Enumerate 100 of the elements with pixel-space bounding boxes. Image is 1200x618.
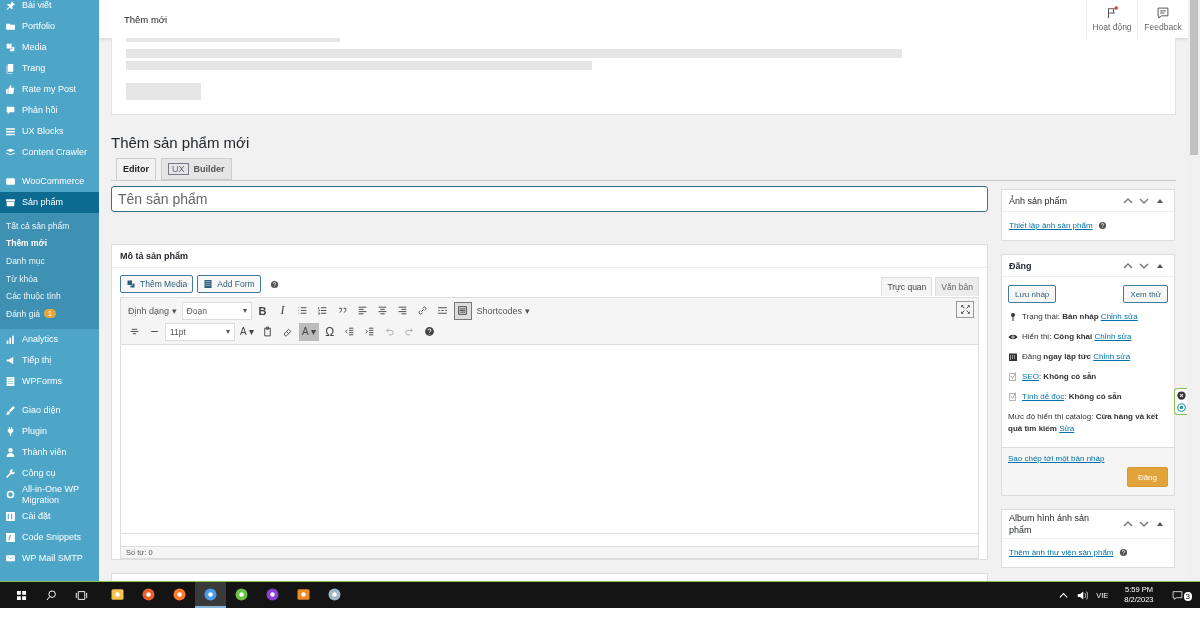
speech-bubble-icon [1171, 589, 1183, 601]
archive-box-icon [5, 197, 16, 208]
link[interactable]: Thiết lập ảnh sản phẩm [1009, 221, 1093, 230]
sidebar-item[interactable]: WooCommerce [0, 171, 99, 192]
sidebar-item[interactable]: UX Blocks [0, 121, 99, 142]
megaphone-icon [5, 354, 16, 366]
toolbar-menu[interactable]: Shortcodes ▾ [473, 301, 533, 320]
dashed-line-icon [437, 305, 449, 316]
sidebar-item[interactable]: Cài đặt [0, 505, 99, 527]
fullscreen-button[interactable] [956, 301, 974, 318]
sidebar-item[interactable]: Content Crawler [0, 142, 99, 163]
editor-mode-tab[interactable]: Trực quan [881, 277, 933, 296]
folder-icon [5, 21, 16, 32]
outdent-icon [344, 326, 356, 337]
color-button[interactable]: A ▾ [298, 322, 319, 341]
expand-icon [959, 304, 971, 315]
editor-tab[interactable]: Editor [116, 158, 156, 180]
speech-bubble-icon [5, 105, 16, 116]
media-icon [126, 279, 136, 289]
help-icon [1097, 221, 1107, 230]
scrollbar-thumb[interactable] [1190, 0, 1198, 155]
clipboard-icon [262, 326, 274, 337]
quote-icon [337, 305, 349, 316]
sidebar-item[interactable]: Analytics [0, 328, 99, 350]
numbered-list-icon [317, 305, 329, 316]
link[interactable]: Sửa [1059, 424, 1075, 433]
media-icon [5, 42, 16, 53]
close-icon[interactable] [1176, 391, 1186, 400]
submenu-item[interactable]: Từ khóa [0, 269, 99, 288]
page-title: Thêm sản phẩm mới [111, 134, 251, 151]
status-line: SEO: Không có sẵn [1022, 371, 1097, 383]
search-icon[interactable] [45, 588, 58, 602]
sidebar-item[interactable]: Code Snippets [0, 526, 99, 548]
sidebar-item[interactable]: WP Mail SMTP [0, 547, 99, 569]
sidebar-item[interactable]: Media [0, 37, 99, 58]
toolbar-button[interactable]: B [253, 301, 272, 320]
speaker-icon[interactable] [1077, 589, 1089, 601]
link-icon [417, 305, 429, 316]
taskbar-app[interactable] [195, 582, 226, 608]
submenu-item[interactable]: Thêm mới [0, 234, 99, 253]
toolbar-button[interactable]: Ω [320, 322, 339, 341]
link[interactable]: Chỉnh sửa [1100, 312, 1138, 321]
sidebar-item[interactable]: WPForms [0, 370, 99, 392]
sidebar-item[interactable]: Phản hồi [0, 100, 99, 121]
media-button[interactable]: Add Form [197, 275, 261, 293]
toolbar-select[interactable]: Đoạn ▾ [181, 301, 252, 320]
toolbar-button[interactable] [453, 301, 472, 320]
paintbrush-icon [5, 404, 16, 416]
editor-tab[interactable]: UX Builder [161, 158, 232, 180]
link[interactable]: SEO [1022, 372, 1039, 381]
toolbar-select[interactable]: 11pt ▾ [165, 322, 235, 341]
submenu-item[interactable]: Danh mục [0, 252, 99, 270]
sidebar-item[interactable]: Công cụ [0, 462, 99, 484]
undo-icon [384, 326, 396, 337]
browser-icon [203, 586, 218, 602]
header-button[interactable]: Feedback [1137, 0, 1188, 38]
submenu-item[interactable]: Các thuộc tính [0, 287, 99, 305]
link[interactable]: Thêm ảnh thư viện sản phẩm [1009, 548, 1114, 557]
flag-icon [1105, 6, 1119, 20]
mail-icon [5, 552, 16, 564]
rounded-box-icon [5, 176, 16, 187]
media-button[interactable]: Thêm Media [120, 275, 194, 293]
grid-icon [457, 305, 469, 316]
toolbar-button[interactable]: I [273, 301, 292, 320]
sidebar-item[interactable]: Sản phẩm [0, 192, 99, 213]
settings-icon [5, 510, 16, 522]
task-view-icon[interactable] [75, 588, 88, 602]
sidebar-item[interactable]: Bài viết [0, 0, 99, 16]
title-field[interactable]: Tên sản phẩm [111, 186, 988, 212]
color-button[interactable]: A ▾ [237, 322, 257, 341]
link[interactable]: Chỉnh sửa [1093, 352, 1131, 361]
strikethrough-icon [128, 326, 140, 337]
secondary-button[interactable]: Lưu nháp [1008, 285, 1057, 303]
calendar-icon [1008, 352, 1018, 362]
windows-start-icon[interactable] [15, 588, 28, 602]
list-icon [5, 126, 16, 137]
panel-title: Đăng [1009, 259, 1032, 272]
sidebar-item[interactable]: Trang [0, 58, 99, 79]
sidebar-item[interactable]: Plugin [0, 420, 99, 442]
align-center-icon [377, 305, 389, 316]
editor-mode-tab[interactable]: Văn bản [935, 277, 979, 296]
sidebar-item[interactable]: Thành viên [0, 441, 99, 463]
link[interactable]: Chỉnh sửa [1094, 332, 1132, 341]
link[interactable]: Sao chép tới một bản nháp [1008, 454, 1105, 463]
toolbar-menu[interactable]: Định dạng ▾ [125, 301, 180, 320]
status-line: Đăng ngay lập tức Chỉnh sửa [1022, 351, 1131, 363]
sidebar-item[interactable]: Tiếp thị [0, 349, 99, 371]
header-button[interactable]: Hoạt động [1086, 0, 1137, 38]
sidebar-item[interactable]: All-in-One WP Migration [0, 483, 99, 506]
pin-icon [5, 0, 16, 11]
notification-button[interactable]: 3 [1169, 587, 1194, 603]
form-icon [203, 279, 214, 289]
secondary-button[interactable]: Xem thử [1123, 285, 1168, 303]
feedback-icon [1156, 6, 1170, 20]
sidebar-item[interactable]: Portfolio [0, 16, 99, 37]
sidebar-item[interactable]: Giao diện [0, 399, 99, 421]
checkbox-icon [1008, 372, 1018, 382]
sidebar-item[interactable]: Rate my Post [0, 79, 99, 100]
submenu-item[interactable]: Tất cả sản phẩm [0, 217, 99, 235]
checkbox-icon [1008, 392, 1018, 402]
